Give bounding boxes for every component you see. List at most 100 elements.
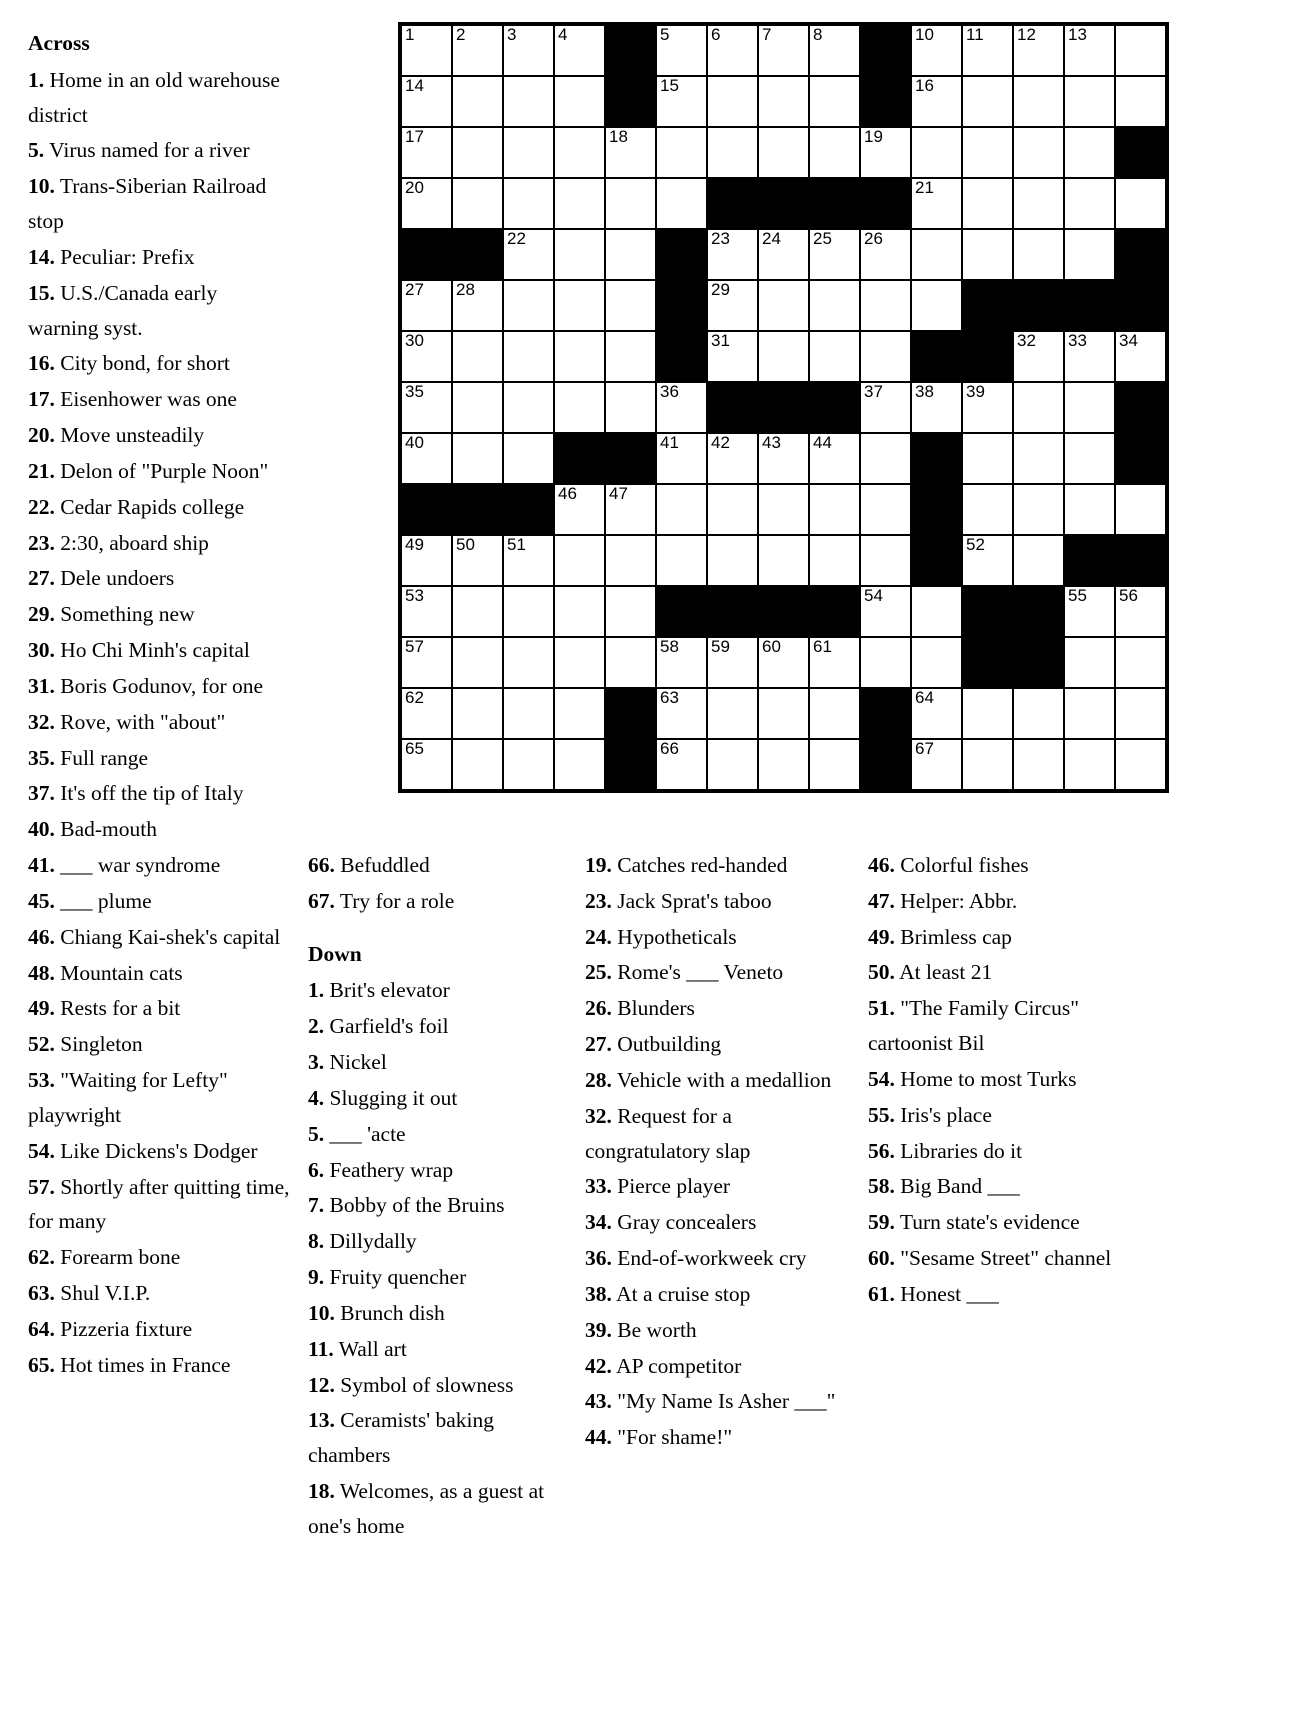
grid-cell[interactable]: [859, 330, 912, 383]
grid-cell[interactable]: [553, 585, 606, 638]
grid-cell[interactable]: [1063, 432, 1116, 485]
grid-cell[interactable]: [757, 483, 810, 536]
grid-cell[interactable]: 46: [553, 483, 606, 536]
grid-cell[interactable]: 22: [502, 228, 555, 281]
grid-cell[interactable]: [1114, 687, 1168, 740]
grid-cell[interactable]: 50: [451, 534, 504, 587]
grid-cell[interactable]: 28: [451, 279, 504, 332]
grid-cell[interactable]: 30: [399, 330, 453, 383]
grid-cell[interactable]: 38: [910, 381, 963, 434]
grid-cell[interactable]: 5: [655, 23, 708, 77]
grid-cell[interactable]: [604, 534, 657, 587]
grid-cell[interactable]: [502, 381, 555, 434]
grid-cell[interactable]: [553, 636, 606, 689]
grid-cell[interactable]: 14: [399, 75, 453, 128]
grid-cell[interactable]: [1012, 432, 1065, 485]
grid-cell[interactable]: 39: [961, 381, 1014, 434]
grid-cell[interactable]: [604, 279, 657, 332]
grid-cell[interactable]: [1063, 687, 1116, 740]
grid-cell[interactable]: [502, 279, 555, 332]
grid-cell[interactable]: [808, 738, 861, 792]
grid-cell[interactable]: [553, 687, 606, 740]
grid-cell[interactable]: [1063, 738, 1116, 792]
grid-cell[interactable]: 21: [910, 177, 963, 230]
grid-cell[interactable]: [451, 636, 504, 689]
grid-cell[interactable]: [451, 75, 504, 128]
grid-cell[interactable]: [451, 687, 504, 740]
grid-cell[interactable]: [706, 738, 759, 792]
grid-cell[interactable]: [655, 126, 708, 179]
grid-cell[interactable]: 54: [859, 585, 912, 638]
grid-cell[interactable]: 33: [1063, 330, 1116, 383]
crossword-grid[interactable]: 1 2 3 4 5 6 7 8 10 11 12 13 14 15 16 17 18 19 20 21 22 23 24 25…: [398, 22, 1169, 793]
grid-cell[interactable]: [1012, 228, 1065, 281]
grid-cell[interactable]: [1114, 483, 1168, 536]
grid-cell[interactable]: [961, 483, 1014, 536]
grid-cell[interactable]: 67: [910, 738, 963, 792]
grid-cell[interactable]: [808, 279, 861, 332]
grid-cell[interactable]: [553, 534, 606, 587]
grid-cell[interactable]: [502, 75, 555, 128]
grid-cell[interactable]: [1012, 126, 1065, 179]
grid-cell[interactable]: 61: [808, 636, 861, 689]
grid-cell[interactable]: 51: [502, 534, 555, 587]
grid-cell[interactable]: 64: [910, 687, 963, 740]
grid-cell[interactable]: [961, 432, 1014, 485]
grid-cell[interactable]: 57: [399, 636, 453, 689]
grid-cell[interactable]: 29: [706, 279, 759, 332]
grid-cell[interactable]: [757, 279, 810, 332]
grid-cell[interactable]: [961, 228, 1014, 281]
grid-cell[interactable]: 25: [808, 228, 861, 281]
grid-cell[interactable]: [451, 432, 504, 485]
grid-cell[interactable]: 23: [706, 228, 759, 281]
grid-cell[interactable]: [706, 483, 759, 536]
grid-cell[interactable]: [553, 381, 606, 434]
grid-cell[interactable]: [604, 330, 657, 383]
grid-cell[interactable]: 16: [910, 75, 963, 128]
grid-cell[interactable]: [706, 126, 759, 179]
grid-cell[interactable]: 1: [399, 23, 453, 77]
grid-cell[interactable]: [553, 126, 606, 179]
grid-cell[interactable]: [1114, 23, 1168, 77]
grid-cell[interactable]: [553, 279, 606, 332]
grid-cell[interactable]: 35: [399, 381, 453, 434]
grid-cell[interactable]: 47: [604, 483, 657, 536]
grid-cell[interactable]: 58: [655, 636, 708, 689]
grid-cell[interactable]: 65: [399, 738, 453, 792]
grid-cell[interactable]: 17: [399, 126, 453, 179]
grid-cell[interactable]: [859, 534, 912, 587]
grid-cell[interactable]: [655, 483, 708, 536]
grid-cell[interactable]: [1012, 534, 1065, 587]
grid-cell[interactable]: [1063, 228, 1116, 281]
grid-cell[interactable]: [451, 585, 504, 638]
grid-cell[interactable]: 55: [1063, 585, 1116, 638]
grid-cell[interactable]: [1063, 483, 1116, 536]
grid-cell[interactable]: [859, 279, 912, 332]
grid-cell[interactable]: 44: [808, 432, 861, 485]
grid-cell[interactable]: [451, 177, 504, 230]
grid-cell[interactable]: [910, 228, 963, 281]
grid-cell[interactable]: [859, 636, 912, 689]
grid-cell[interactable]: 60: [757, 636, 810, 689]
grid-cell[interactable]: 37: [859, 381, 912, 434]
grid-cell[interactable]: [1114, 636, 1168, 689]
grid-cell[interactable]: 27: [399, 279, 453, 332]
grid-cell[interactable]: [859, 483, 912, 536]
grid-cell[interactable]: [655, 534, 708, 587]
grid-cell[interactable]: [1012, 75, 1065, 128]
grid-cell[interactable]: [961, 177, 1014, 230]
grid-cell[interactable]: [859, 432, 912, 485]
grid-cell[interactable]: [1114, 177, 1168, 230]
grid-cell[interactable]: [655, 177, 708, 230]
grid-cell[interactable]: 63: [655, 687, 708, 740]
grid-cell[interactable]: 10: [910, 23, 963, 77]
grid-cell[interactable]: [451, 381, 504, 434]
grid-cell[interactable]: 19: [859, 126, 912, 179]
grid-cell[interactable]: [1012, 483, 1065, 536]
grid-cell[interactable]: [502, 126, 555, 179]
grid-cell[interactable]: [808, 330, 861, 383]
grid-cell[interactable]: 56: [1114, 585, 1168, 638]
grid-cell[interactable]: [757, 330, 810, 383]
grid-cell[interactable]: [706, 75, 759, 128]
grid-cell[interactable]: [1063, 126, 1116, 179]
